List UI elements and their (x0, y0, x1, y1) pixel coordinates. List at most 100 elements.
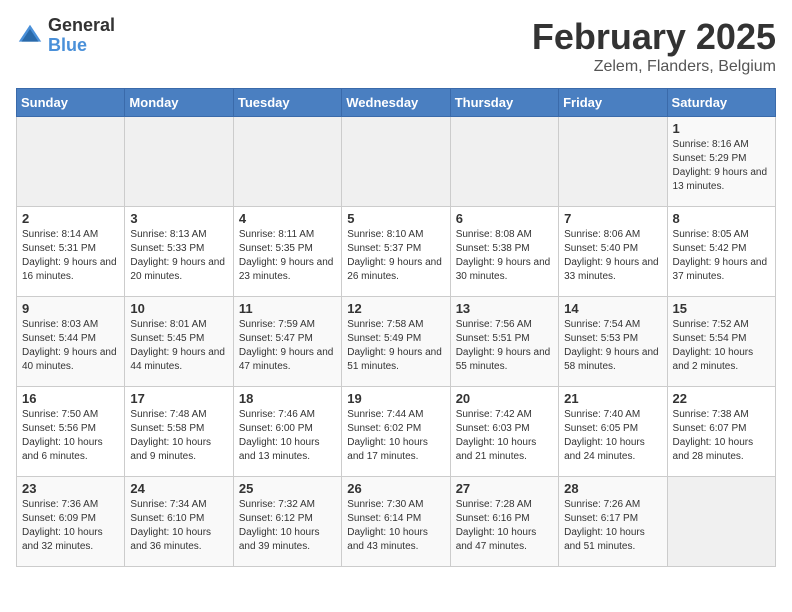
calendar-table: SundayMondayTuesdayWednesdayThursdayFrid… (16, 88, 776, 567)
day-number: 4 (239, 211, 336, 226)
calendar-cell (450, 117, 558, 207)
calendar-week-row: 2 Sunrise: 8:14 AM Sunset: 5:31 PM Daylig… (17, 207, 776, 297)
calendar-cell: 15 Sunrise: 7:52 AM Sunset: 5:54 PM Dayli… (667, 297, 775, 387)
calendar-week-row: 16Sunrise: 7:50 AM Sunset: 5:56 PM Dayli… (17, 387, 776, 477)
calendar-cell: 9 Sunrise: 8:03 AM Sunset: 5:44 PM Daylig… (17, 297, 125, 387)
calendar-cell: 20 Sunrise: 7:42 AM Sunset: 6:03 PM Dayli… (450, 387, 558, 477)
day-info: Sunrise: 7:52 AM Sunset: 5:54 PM Dayligh… (673, 318, 770, 374)
day-info: Sunrise: 7:50 AM Sunset: 5:56 PM Dayligh… (22, 408, 119, 464)
title-block: February 2025 Zelem, Flanders, Belgium (532, 16, 776, 76)
calendar-cell: 21 Sunrise: 7:40 AM Sunset: 6:05 PM Dayli… (559, 387, 667, 477)
calendar-cell: 19 Sunrise: 7:44 AM Sunset: 6:02 PM Dayli… (342, 387, 450, 477)
day-number: 8 (673, 211, 770, 226)
calendar-cell: 17 Sunrise: 7:48 AM Sunset: 5:58 PM Dayli… (125, 387, 233, 477)
calendar-cell: 12 Sunrise: 7:58 AM Sunset: 5:49 PM Dayli… (342, 297, 450, 387)
day-number: 17 (130, 391, 227, 406)
weekday-header: Friday (559, 89, 667, 117)
day-number: 21 (564, 391, 661, 406)
day-info: Sunrise: 7:46 AM Sunset: 6:00 PM Dayligh… (239, 408, 336, 464)
day-info: Sunrise: 7:30 AM Sunset: 6:14 PM Dayligh… (347, 498, 444, 554)
calendar-cell (559, 117, 667, 207)
day-info: Sunrise: 7:36 AM Sunset: 6:09 PM Dayligh… (22, 498, 119, 554)
day-number: 24 (130, 481, 227, 496)
calendar-cell (667, 477, 775, 567)
calendar-cell: 24 Sunrise: 7:34 AM Sunset: 6:10 PM Dayli… (125, 477, 233, 567)
calendar-cell: 14 Sunrise: 7:54 AM Sunset: 5:53 PM Dayli… (559, 297, 667, 387)
day-info: Sunrise: 7:40 AM Sunset: 6:05 PM Dayligh… (564, 408, 661, 464)
day-info: Sunrise: 7:26 AM Sunset: 6:17 PM Dayligh… (564, 498, 661, 554)
calendar-cell: 22 Sunrise: 7:38 AM Sunset: 6:07 PM Dayli… (667, 387, 775, 477)
calendar-cell: 18 Sunrise: 7:46 AM Sunset: 6:00 PM Dayli… (233, 387, 341, 477)
calendar-cell: 4 Sunrise: 8:11 AM Sunset: 5:35 PM Daylig… (233, 207, 341, 297)
calendar-cell (125, 117, 233, 207)
logo-icon (16, 22, 44, 50)
day-info: Sunrise: 8:05 AM Sunset: 5:42 PM Dayligh… (673, 228, 770, 284)
day-info: Sunrise: 8:13 AM Sunset: 5:33 PM Dayligh… (130, 228, 227, 284)
calendar-cell: 10 Sunrise: 8:01 AM Sunset: 5:45 PM Dayli… (125, 297, 233, 387)
day-info: Sunrise: 8:01 AM Sunset: 5:45 PM Dayligh… (130, 318, 227, 374)
day-number: 2 (22, 211, 119, 226)
weekday-header: Monday (125, 89, 233, 117)
day-number: 1 (673, 121, 770, 136)
day-info: Sunrise: 8:16 AM Sunset: 5:29 PM Dayligh… (673, 138, 770, 194)
weekday-header: Saturday (667, 89, 775, 117)
day-number: 19 (347, 391, 444, 406)
calendar-cell (342, 117, 450, 207)
day-number: 25 (239, 481, 336, 496)
calendar-cell: 6 Sunrise: 8:08 AM Sunset: 5:38 PM Daylig… (450, 207, 558, 297)
day-info: Sunrise: 8:10 AM Sunset: 5:37 PM Dayligh… (347, 228, 444, 284)
day-info: Sunrise: 7:59 AM Sunset: 5:47 PM Dayligh… (239, 318, 336, 374)
calendar-cell: 3 Sunrise: 8:13 AM Sunset: 5:33 PM Daylig… (125, 207, 233, 297)
day-number: 14 (564, 301, 661, 316)
day-number: 3 (130, 211, 227, 226)
calendar-cell: 7Sunrise: 8:06 AM Sunset: 5:40 PM Daylig… (559, 207, 667, 297)
calendar-week-row: 1 Sunrise: 8:16 AM Sunset: 5:29 PM Daylig… (17, 117, 776, 207)
calendar-cell (17, 117, 125, 207)
calendar-week-row: 9 Sunrise: 8:03 AM Sunset: 5:44 PM Daylig… (17, 297, 776, 387)
calendar-cell: 16Sunrise: 7:50 AM Sunset: 5:56 PM Dayli… (17, 387, 125, 477)
calendar-cell: 2 Sunrise: 8:14 AM Sunset: 5:31 PM Daylig… (17, 207, 125, 297)
calendar-week-row: 23 Sunrise: 7:36 AM Sunset: 6:09 PM Dayli… (17, 477, 776, 567)
day-info: Sunrise: 7:44 AM Sunset: 6:02 PM Dayligh… (347, 408, 444, 464)
day-info: Sunrise: 7:42 AM Sunset: 6:03 PM Dayligh… (456, 408, 553, 464)
logo-general-text: General (48, 16, 115, 36)
day-number: 15 (673, 301, 770, 316)
day-number: 23 (22, 481, 119, 496)
calendar-cell: 8 Sunrise: 8:05 AM Sunset: 5:42 PM Daylig… (667, 207, 775, 297)
day-info: Sunrise: 7:38 AM Sunset: 6:07 PM Dayligh… (673, 408, 770, 464)
logo-blue-text: Blue (48, 36, 115, 56)
day-number: 12 (347, 301, 444, 316)
day-number: 22 (673, 391, 770, 406)
day-info: Sunrise: 7:34 AM Sunset: 6:10 PM Dayligh… (130, 498, 227, 554)
calendar-cell: 13Sunrise: 7:56 AM Sunset: 5:51 PM Dayli… (450, 297, 558, 387)
day-number: 27 (456, 481, 553, 496)
day-info: Sunrise: 8:11 AM Sunset: 5:35 PM Dayligh… (239, 228, 336, 284)
calendar-cell: 27 Sunrise: 7:28 AM Sunset: 6:16 PM Dayli… (450, 477, 558, 567)
page-header: General Blue February 2025 Zelem, Flande… (16, 16, 776, 76)
day-number: 18 (239, 391, 336, 406)
calendar-location: Zelem, Flanders, Belgium (532, 58, 776, 76)
day-number: 7 (564, 211, 661, 226)
day-info: Sunrise: 8:03 AM Sunset: 5:44 PM Dayligh… (22, 318, 119, 374)
day-info: Sunrise: 7:58 AM Sunset: 5:49 PM Dayligh… (347, 318, 444, 374)
day-number: 10 (130, 301, 227, 316)
calendar-cell: 1 Sunrise: 8:16 AM Sunset: 5:29 PM Daylig… (667, 117, 775, 207)
day-number: 6 (456, 211, 553, 226)
calendar-cell: 11Sunrise: 7:59 AM Sunset: 5:47 PM Dayli… (233, 297, 341, 387)
day-info: Sunrise: 7:56 AM Sunset: 5:51 PM Dayligh… (456, 318, 553, 374)
day-info: Sunrise: 8:14 AM Sunset: 5:31 PM Dayligh… (22, 228, 119, 284)
weekday-header-row: SundayMondayTuesdayWednesdayThursdayFrid… (17, 89, 776, 117)
calendar-cell: 28Sunrise: 7:26 AM Sunset: 6:17 PM Dayli… (559, 477, 667, 567)
day-info: Sunrise: 7:54 AM Sunset: 5:53 PM Dayligh… (564, 318, 661, 374)
calendar-cell: 25Sunrise: 7:32 AM Sunset: 6:12 PM Dayli… (233, 477, 341, 567)
day-info: Sunrise: 7:28 AM Sunset: 6:16 PM Dayligh… (456, 498, 553, 554)
logo: General Blue (16, 16, 115, 56)
calendar-cell: 26Sunrise: 7:30 AM Sunset: 6:14 PM Dayli… (342, 477, 450, 567)
calendar-title: February 2025 (532, 16, 776, 58)
calendar-cell: 5Sunrise: 8:10 AM Sunset: 5:37 PM Daylig… (342, 207, 450, 297)
day-number: 9 (22, 301, 119, 316)
weekday-header: Thursday (450, 89, 558, 117)
day-number: 20 (456, 391, 553, 406)
day-info: Sunrise: 7:48 AM Sunset: 5:58 PM Dayligh… (130, 408, 227, 464)
day-info: Sunrise: 8:08 AM Sunset: 5:38 PM Dayligh… (456, 228, 553, 284)
